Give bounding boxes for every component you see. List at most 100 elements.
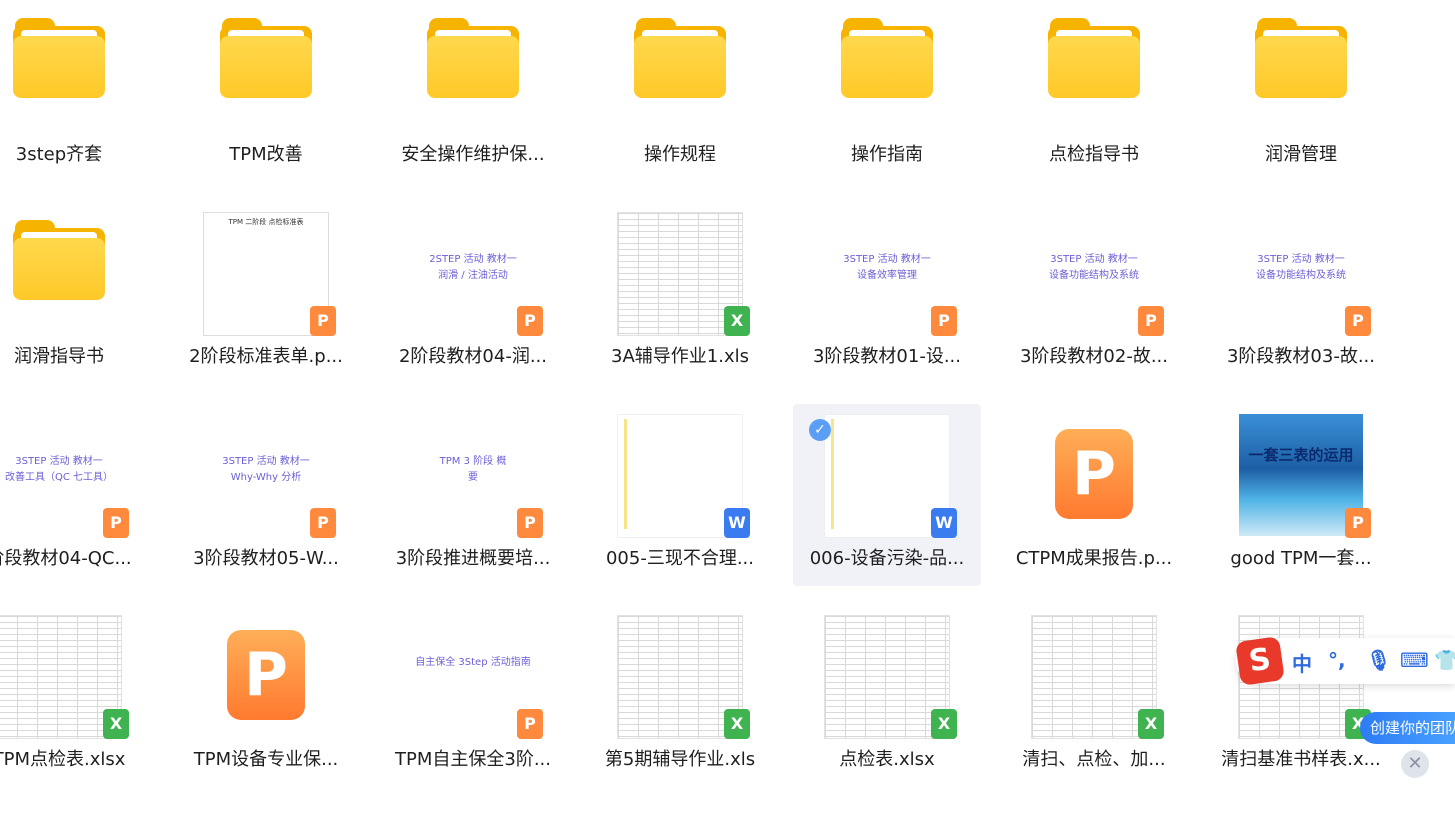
file-item[interactable]: X 点检表.xlsx: [793, 605, 981, 787]
preview-title: 自主保全 3Step 活动指南: [415, 657, 531, 668]
excel-badge-icon: X: [103, 709, 129, 739]
preview-subtitle: 要: [468, 472, 478, 483]
file-item[interactable]: 3STEP 活动 教材一 改善工具（QC 七工具） P 阶段教材04-QC...: [0, 404, 153, 586]
preview-title: 3STEP 活动 教材一: [222, 456, 310, 467]
file-item[interactable]: X 清扫、点检、加...: [1000, 605, 1188, 787]
excel-badge-icon: X: [724, 306, 750, 336]
folder-icon: [634, 18, 726, 98]
file-name: 006-设备污染-品...: [809, 548, 965, 569]
file-item[interactable]: TPM 二阶段 点检标准表 P 2阶段标准表单.p...: [172, 202, 360, 384]
file-item[interactable]: 一套三表的运用 Pgood TPM一套...: [1207, 404, 1395, 586]
preview-title: TPM 3 阶段 概: [439, 456, 507, 467]
folder-item[interactable]: 润滑管理: [1207, 0, 1395, 182]
preview-subtitle: 设备功能结构及系统: [1049, 270, 1139, 281]
preview-subtitle: 设备功能结构及系统: [1256, 270, 1346, 281]
file-name: 3A辅导作业1.xls: [611, 346, 749, 367]
folder-item[interactable]: 点检指导书: [1000, 0, 1188, 182]
file-name: 3阶段教材03-故...: [1226, 346, 1376, 367]
folder-item[interactable]: 3step齐套: [0, 0, 153, 182]
file-item[interactable]: 3STEP 活动 教材一 设备效率管理 P 3阶段教材01-设...: [793, 202, 981, 384]
file-name: 3阶段推进概要培...: [395, 548, 551, 569]
file-item[interactable]: P TPM设备专业保...: [172, 605, 360, 787]
file-name: 005-三现不合理...: [605, 548, 755, 569]
ime-language-toggle[interactable]: 中: [1292, 648, 1312, 677]
ppt-badge-icon: P: [310, 306, 336, 336]
file-name: 3阶段教材02-故...: [1019, 346, 1169, 367]
preview-title: 3STEP 活动 教材一: [1050, 254, 1138, 265]
folder-icon: [841, 18, 933, 98]
file-name: 2阶段标准表单.p...: [189, 346, 343, 367]
ppt-file-icon: P: [227, 630, 305, 720]
file-item[interactable]: 2STEP 活动 教材一 润滑 / 注油活动 P 2阶段教材04-润...: [379, 202, 567, 384]
file-name: TPM改善: [229, 144, 303, 165]
preview-title: 2STEP 活动 教材一: [429, 254, 517, 265]
file-name: 润滑管理: [1265, 144, 1337, 165]
file-name: 操作规程: [644, 144, 716, 165]
ime-punctuation-toggle[interactable]: °,: [1328, 648, 1346, 672]
ppt-badge-icon: P: [1138, 306, 1164, 336]
sogou-logo-icon[interactable]: S: [1235, 636, 1285, 686]
preview-subtitle: 润滑 / 注油活动: [438, 270, 508, 281]
file-name: 安全操作维护保...: [401, 144, 545, 165]
file-name: 润滑指导书: [14, 346, 104, 367]
folder-icon: [13, 220, 105, 300]
word-badge-icon: W: [931, 508, 957, 538]
file-name: CTPM成果报告.p...: [1015, 548, 1173, 569]
file-name: TPM自主保全3阶...: [395, 749, 551, 770]
folder-icon: [427, 18, 519, 98]
file-item[interactable]: W 005-三现不合理...: [586, 404, 774, 586]
file-name: 点检指导书: [1049, 144, 1139, 165]
preview-title: 3STEP 活动 教材一: [843, 254, 931, 265]
file-name: good TPM一套...: [1230, 548, 1372, 569]
microphone-icon[interactable]: 🎙: [1366, 648, 1391, 672]
file-item[interactable]: P CTPM成果报告.p...: [1000, 404, 1188, 586]
file-name: 3阶段教材01-设...: [812, 346, 962, 367]
file-item[interactable]: 自主保全 3Step 活动指南 P TPM自主保全3阶...: [379, 605, 567, 787]
file-item[interactable]: X 3A辅导作业1.xls: [586, 202, 774, 384]
ppt-badge-icon: P: [931, 306, 957, 336]
folder-item[interactable]: 润滑指导书: [0, 202, 153, 384]
selected-check-icon[interactable]: ✓: [809, 419, 831, 441]
word-badge-icon: W: [724, 508, 750, 538]
folder-item[interactable]: 安全操作维护保...: [379, 0, 567, 182]
keyboard-icon[interactable]: ⌨: [1400, 648, 1429, 672]
folder-icon: [13, 18, 105, 98]
folder-icon: [1255, 18, 1347, 98]
ppt-badge-icon: P: [517, 709, 543, 739]
preview-subtitle: 改善工具（QC 七工具）: [4, 472, 114, 483]
excel-badge-icon: X: [724, 709, 750, 739]
file-item[interactable]: W ✓ 006-设备污染-品...: [793, 404, 981, 586]
close-icon[interactable]: ✕: [1401, 750, 1429, 778]
file-name: 阶段教材04-QC...: [0, 548, 132, 569]
folder-icon: [1048, 18, 1140, 98]
file-item[interactable]: 3STEP 活动 教材一 设备功能结构及系统 P 3阶段教材03-故...: [1207, 202, 1395, 384]
ppt-badge-icon: P: [103, 508, 129, 538]
preview-title: 3STEP 活动 教材一: [15, 456, 103, 467]
excel-badge-icon: X: [1138, 709, 1164, 739]
file-item[interactable]: X TPM点检表.xlsx: [0, 605, 153, 787]
folder-item[interactable]: 操作规程: [586, 0, 774, 182]
ppt-badge-icon: P: [517, 306, 543, 336]
ppt-badge-icon: P: [1345, 306, 1371, 336]
file-name: TPM设备专业保...: [193, 749, 339, 770]
excel-badge-icon: X: [931, 709, 957, 739]
ppt-badge-icon: P: [310, 508, 336, 538]
file-name: 第5期辅导作业.xls: [604, 749, 756, 770]
skin-icon[interactable]: 👕: [1434, 648, 1455, 672]
file-name: 点检表.xlsx: [839, 749, 935, 770]
folder-icon: [220, 18, 312, 98]
file-name: 2阶段教材04-润...: [398, 346, 548, 367]
file-item[interactable]: TPM 3 阶段 概要 P 3阶段推进概要培...: [379, 404, 567, 586]
preview-subtitle: Why-Why 分析: [230, 472, 302, 483]
create-team-button[interactable]: 创建你的团队: [1360, 712, 1455, 744]
folder-item[interactable]: TPM改善: [172, 0, 360, 182]
file-item[interactable]: 3STEP 活动 教材一 Why-Why 分析 P 3阶段教材05-W...: [172, 404, 360, 586]
file-item[interactable]: 3STEP 活动 教材一 设备功能结构及系统 P 3阶段教材02-故...: [1000, 202, 1188, 384]
file-name: TPM点检表.xlsx: [0, 749, 126, 770]
folder-item[interactable]: 操作指南: [793, 0, 981, 182]
file-item[interactable]: X 清扫基准书样表.x...: [1207, 605, 1395, 787]
file-name: 3阶段教材05-W...: [193, 548, 339, 569]
preview-title: TPM 二阶段 点检标准表: [228, 218, 304, 226]
file-item[interactable]: X 第5期辅导作业.xls: [586, 605, 774, 787]
ime-toolbar[interactable]: S 中 °, 🎙 ⌨ 👕: [1235, 636, 1455, 686]
